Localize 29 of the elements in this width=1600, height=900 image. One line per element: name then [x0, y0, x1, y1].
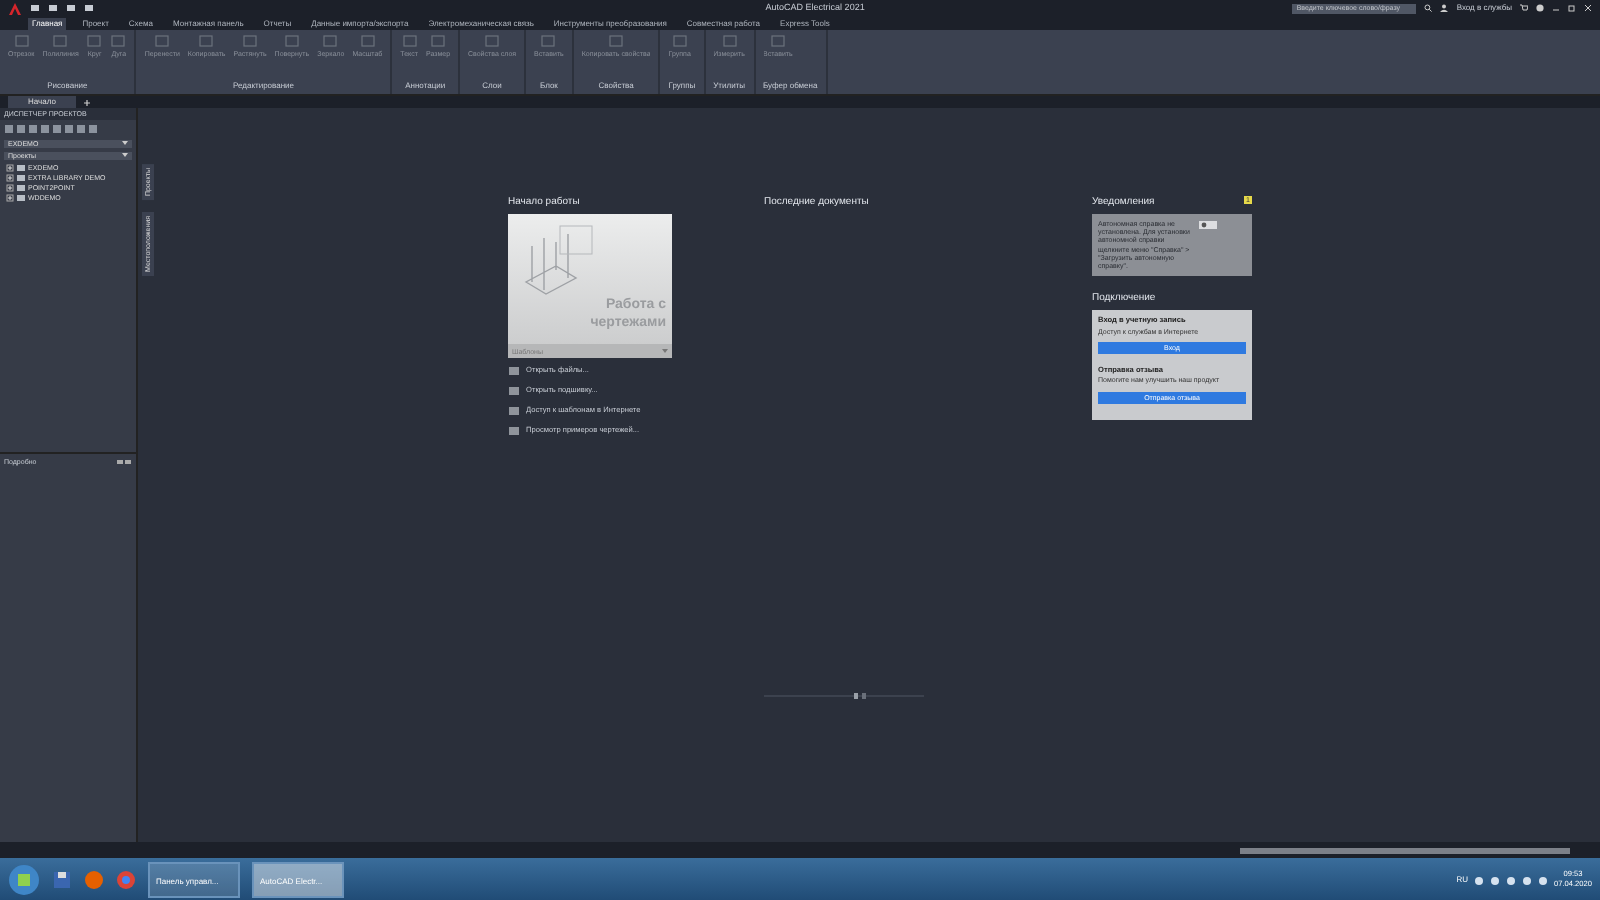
expand-icon[interactable]	[6, 173, 14, 182]
search-icon	[1424, 4, 1433, 12]
tool-icon	[484, 34, 501, 48]
tool-icon	[359, 34, 376, 48]
expand-icon[interactable]	[6, 163, 14, 172]
tool-icon	[540, 34, 557, 48]
cart-icon	[1520, 4, 1528, 12]
expand-icon[interactable]	[6, 183, 14, 192]
tool-icon	[242, 34, 259, 48]
tool-icon	[671, 34, 688, 48]
restore-icon	[1568, 4, 1576, 12]
command-line[interactable]	[1240, 847, 1570, 853]
start-orb-icon	[8, 864, 40, 896]
help-button-icon	[1198, 220, 1218, 230]
tool-icon	[769, 34, 786, 48]
tool-icon	[322, 34, 339, 48]
plus-icon	[81, 98, 92, 108]
tool-icon	[721, 34, 738, 48]
tool-icon	[198, 34, 215, 48]
minimize-icon	[1552, 4, 1560, 12]
floppy-icon	[52, 870, 72, 890]
tool-icon	[13, 34, 30, 48]
caret-icon	[662, 348, 668, 354]
user-icon	[1440, 4, 1449, 12]
expand-icon[interactable]	[6, 193, 14, 202]
close-icon	[1584, 4, 1592, 12]
tool-icon	[154, 34, 171, 48]
tool-icon	[283, 34, 300, 48]
tool-icon	[608, 34, 625, 48]
